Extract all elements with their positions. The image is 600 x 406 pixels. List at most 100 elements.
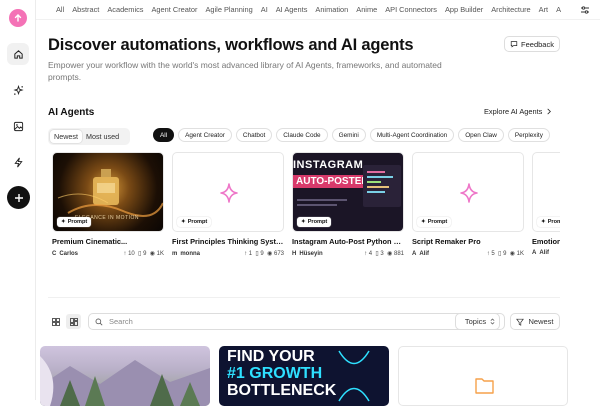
agent-card[interactable]: ✦Prompt Emotion... AAlif xyxy=(532,152,560,256)
prompt-badge: ✦Prompt xyxy=(177,217,212,227)
newest-filter-button[interactable]: Newest xyxy=(510,313,560,330)
newest-label: Newest xyxy=(528,317,554,326)
card-author: C Carlos xyxy=(52,250,79,257)
topics-dropdown[interactable]: Topics xyxy=(455,313,505,330)
avatar: C xyxy=(52,250,57,257)
topics-label: Topics xyxy=(464,317,487,326)
card-thumbnail: INSTAGRAM AUTO-POSTER ✦ Prompt xyxy=(292,152,404,232)
page-title: Discover automations, workflows and AI a… xyxy=(48,36,414,54)
category-abstract[interactable]: Abstract xyxy=(72,5,99,14)
agent-card[interactable]: ✦ Prompt Script Remaker Pro A Alif ↑ 5 ▯ 9… xyxy=(412,152,524,257)
agent-card[interactable]: ✦ Prompt First Principles Thinking System… xyxy=(172,152,284,257)
avatar: m xyxy=(172,250,178,257)
page-subtitle: Empower your workflow with the world's m… xyxy=(48,60,442,82)
sparkle-icon: ✦ xyxy=(541,219,546,225)
card-stats: ↑ 1 ▯ 9 ◉ 673 xyxy=(244,251,284,257)
category-all[interactable]: All xyxy=(56,5,64,14)
avatar: A xyxy=(532,250,537,256)
category-ai[interactable]: AI xyxy=(261,5,268,14)
card-title: Script Remaker Pro xyxy=(412,237,481,246)
create-plus-button[interactable] xyxy=(7,186,30,209)
sort-toggle: Newest Most used xyxy=(48,128,130,145)
filter-icon xyxy=(516,318,525,326)
category-api-connectors[interactable]: API Connectors xyxy=(385,5,437,14)
category-academics[interactable]: Academics xyxy=(107,5,143,14)
sparkles-icon[interactable] xyxy=(7,79,29,101)
growth-funnel-image xyxy=(338,350,370,402)
chip-open-claw[interactable]: Open Claw xyxy=(458,128,504,142)
explore-label: Explore AI Agents xyxy=(484,107,543,116)
agent-cards-carousel: ELEGANCE IN MOTION ✦ Prompt Premium Cinem… xyxy=(52,152,560,262)
folder-icon xyxy=(475,378,494,394)
library-toolbar: Search Topics Newest xyxy=(48,313,560,331)
category-art[interactable]: Art xyxy=(539,5,548,14)
card-stats: ↑ 5 ▯ 9 ◉ 1K xyxy=(486,251,524,257)
lightning-icon[interactable] xyxy=(7,151,29,173)
sparkle-icon: ✦ xyxy=(181,219,186,225)
card-meta: C Carlos ↑ 10 ▯ 9 ◉ 1K xyxy=(52,250,164,258)
prompt-badge: ✦Prompt xyxy=(297,217,332,227)
chip-claude-code[interactable]: Claude Code xyxy=(276,128,328,142)
sort-newest-tab[interactable]: Newest xyxy=(50,130,82,143)
category-ai-agents[interactable]: AI Agents xyxy=(276,5,308,14)
card-title: Instagram Auto-Post Python B... xyxy=(292,237,404,246)
sidebar xyxy=(0,0,36,400)
card-meta: H Hüseyin ↑ 4 ▯ 3 ◉ 881 xyxy=(292,250,404,258)
feedback-button[interactable]: Feedback xyxy=(504,36,560,52)
search-input[interactable]: Search xyxy=(88,313,500,330)
card-author: A Alif xyxy=(412,250,430,257)
agent-card[interactable]: ELEGANCE IN MOTION ✦ Prompt Premium Cinem… xyxy=(52,152,164,257)
prompt-badge: ✦Prompt xyxy=(57,217,92,227)
image-icon[interactable] xyxy=(7,115,29,137)
explore-ai-agents-link[interactable]: Explore AI Agents xyxy=(484,107,552,116)
card-meta: m monna ↑ 1 ▯ 9 ◉ 673 xyxy=(172,250,284,258)
library-card-forest[interactable] xyxy=(40,346,210,406)
section-divider xyxy=(48,297,560,298)
card-stats: ↑ 10 ▯ 9 ◉ 1K xyxy=(123,251,164,257)
category-anime[interactable]: Anime xyxy=(356,5,377,14)
sparkle-icon: ✦ xyxy=(421,219,426,225)
avatar: A xyxy=(412,250,417,257)
card-thumbnail: ✦Prompt xyxy=(532,152,560,232)
card-thumbnail: ELEGANCE IN MOTION ✦ Prompt xyxy=(52,152,164,232)
app-logo-icon[interactable] xyxy=(9,9,27,27)
chip-multi-agent-coordination[interactable]: Multi-Agent Coordination xyxy=(369,128,455,142)
avatar: H xyxy=(292,250,297,257)
category-app-builder[interactable]: App Builder xyxy=(445,5,483,14)
chip-all[interactable]: All xyxy=(153,128,175,142)
category-architecture[interactable]: Architecture xyxy=(491,5,530,14)
search-icon xyxy=(95,318,103,325)
chip-perplexity[interactable]: Perplexity xyxy=(507,128,550,142)
card-thumbnail: ✦Prompt xyxy=(412,152,524,232)
card-author: H Hüseyin xyxy=(292,250,323,257)
category-animation[interactable]: Animation xyxy=(315,5,348,14)
library-card-folder[interactable] xyxy=(398,346,568,406)
feedback-label: Feedback xyxy=(521,39,554,49)
category-a[interactable]: A xyxy=(556,5,561,14)
category-bar: All Abstract Academics Agent Creator Agi… xyxy=(36,0,600,20)
chat-bubble-icon xyxy=(510,41,518,48)
home-icon[interactable] xyxy=(7,43,29,65)
chevron-right-icon xyxy=(547,108,552,115)
card-title: First Principles Thinking System xyxy=(172,237,284,246)
card-meta: A Alif ↑ 5 ▯ 9 ◉ 1K xyxy=(412,250,524,258)
grid-view-icon[interactable] xyxy=(48,314,63,329)
masonry-view-icon[interactable] xyxy=(66,314,81,329)
category-agile-planning[interactable]: Agile Planning xyxy=(206,5,253,14)
forest-papercut-image xyxy=(40,356,210,406)
category-agent-creator[interactable]: Agent Creator xyxy=(151,5,197,14)
category-filter-button[interactable] xyxy=(570,0,600,19)
sort-most-used-tab[interactable]: Most used xyxy=(82,130,123,143)
card-title: Premium Cinematic... xyxy=(52,237,128,246)
card-stats: ↑ 4 ▯ 3 ◉ 881 xyxy=(364,251,404,257)
chip-agent-creator[interactable]: Agent Creator xyxy=(178,128,232,142)
view-toggle xyxy=(48,314,83,330)
agent-card[interactable]: INSTAGRAM AUTO-POSTER ✦ Prompt Instagram … xyxy=(292,152,404,257)
sparkle-icon: ✦ xyxy=(61,219,66,225)
chip-chatbot[interactable]: Chatbot xyxy=(235,128,273,142)
chip-gemini[interactable]: Gemini xyxy=(331,128,366,142)
card-author: m monna xyxy=(172,250,201,257)
prompt-badge: ✦Prompt xyxy=(537,217,560,227)
card-meta: A Alif xyxy=(532,250,560,256)
library-card-growth[interactable]: FIND YOUR #1 GROWTH BOTTLENECK xyxy=(219,346,389,406)
